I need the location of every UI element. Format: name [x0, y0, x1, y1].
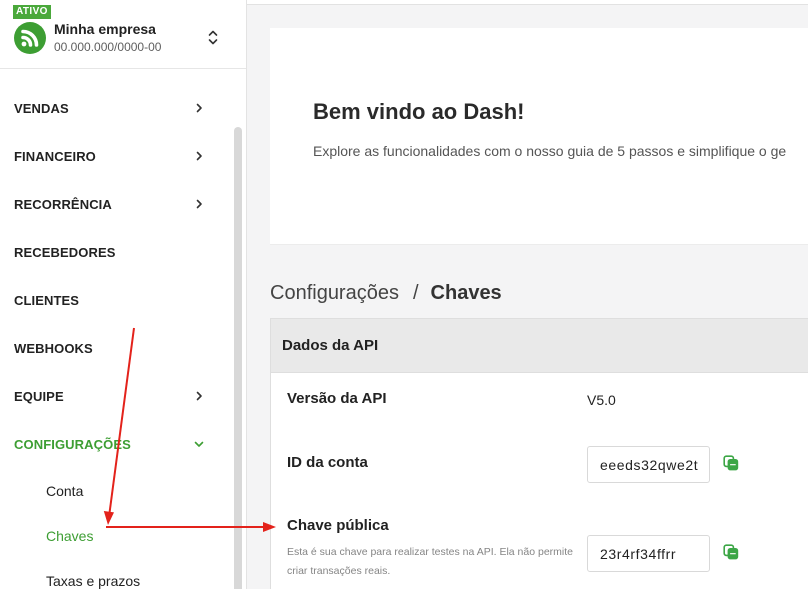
sidebar-scrollbar[interactable]: [234, 127, 242, 589]
sidebar-item-label: RECORRÊNCIA: [14, 196, 112, 212]
chevron-down-icon: [194, 441, 204, 447]
company-logo-icon: [14, 22, 46, 54]
sidebar-item-label: CLIENTES: [14, 292, 80, 308]
submenu-item-chaves[interactable]: Chaves: [0, 528, 230, 544]
sidebar: ATIVO Minha empresa 00.000.000/0000-00 V…: [0, 0, 247, 589]
welcome-title: Bem vindo ao Dash!: [313, 99, 525, 124]
breadcrumb-parent-link[interactable]: Configurações: [270, 280, 399, 306]
configuracoes-submenu: Conta Chaves Taxas e prazos: [0, 483, 230, 589]
copy-icon[interactable]: [723, 455, 739, 471]
page-title: Chaves: [430, 282, 502, 304]
chevron-right-icon: [196, 199, 202, 209]
sidebar-item-financeiro[interactable]: FINANCEIRO: [0, 132, 230, 180]
sidebar-item-vendas[interactable]: VENDAS: [0, 84, 230, 132]
copy-icon[interactable]: [723, 544, 739, 560]
breadcrumb-separator: /: [412, 282, 419, 304]
company-document: 00.000.000/0000-00: [54, 40, 162, 54]
api-version-label: Versão da API: [287, 390, 387, 407]
sidebar-item-label: WEBHOOKS: [14, 340, 93, 356]
welcome-card: Bem vindo ao Dash! Explore as funcionali…: [270, 28, 808, 245]
sidebar-menu: VENDAS FINANCEIRO RECORRÊNCIA RECEBEDORE…: [0, 84, 230, 468]
sidebar-item-label: RECEBEDORES: [14, 244, 116, 260]
submenu-item-taxas-e-prazos[interactable]: Taxas e prazos: [0, 573, 230, 589]
status-badge: ATIVO: [13, 5, 51, 19]
welcome-text: Explore as funcionalidades com o nosso g…: [313, 143, 787, 159]
sidebar-item-configuracoes[interactable]: CONFIGURAÇÕES: [0, 420, 230, 468]
sidebar-item-label: VENDAS: [14, 100, 69, 116]
submenu-item-conta[interactable]: Conta: [0, 483, 230, 499]
company-switcher[interactable]: ATIVO Minha empresa 00.000.000/0000-00: [0, 0, 246, 69]
sidebar-item-recebedores[interactable]: RECEBEDORES: [0, 228, 230, 276]
sidebar-item-label: FINANCEIRO: [14, 148, 96, 164]
chevron-right-icon: [196, 151, 202, 161]
public-key-description: Esta é sua chave para realizar testes na…: [287, 546, 573, 577]
api-version-value: V5.0: [587, 392, 616, 408]
public-key-label: Chave pública: [287, 517, 389, 534]
api-card-title: Dados da API: [271, 319, 808, 373]
account-id-field[interactable]: [587, 446, 710, 483]
sidebar-item-equipe[interactable]: EQUIPE: [0, 372, 230, 420]
company-name: Minha empresa: [54, 21, 156, 37]
chevron-right-icon: [196, 391, 202, 401]
sidebar-item-clientes[interactable]: CLIENTES: [0, 276, 230, 324]
chevron-right-icon: [196, 103, 202, 113]
sidebar-item-label: CONFIGURAÇÕES: [14, 436, 131, 452]
chevron-up-down-icon[interactable]: [207, 29, 219, 46]
top-bar: [247, 0, 808, 5]
sidebar-item-label: EQUIPE: [14, 388, 64, 404]
sidebar-item-recorrencia[interactable]: RECORRÊNCIA: [0, 180, 230, 228]
sidebar-item-webhooks[interactable]: WEBHOOKS: [0, 324, 230, 372]
breadcrumb: Configurações / Chaves: [270, 280, 502, 306]
api-data-card: Dados da API Versão da API V5.0 ID da co…: [270, 318, 808, 589]
public-key-field[interactable]: [587, 535, 710, 572]
account-id-label: ID da conta: [287, 454, 368, 471]
